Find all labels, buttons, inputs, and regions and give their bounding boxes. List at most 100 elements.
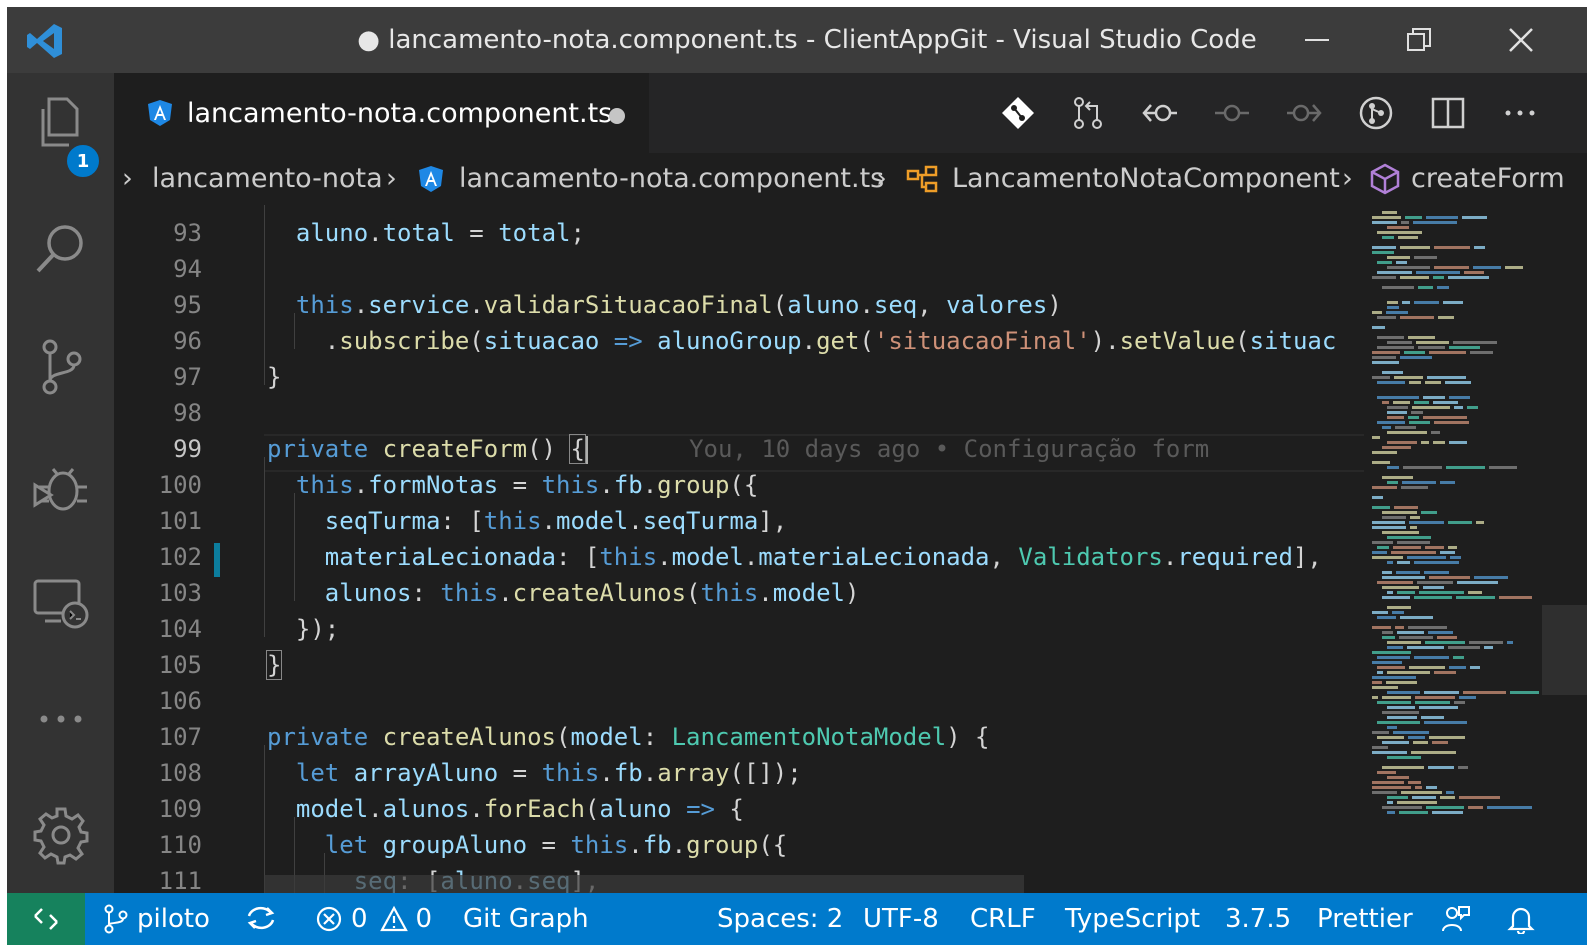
remote-explorer-icon — [33, 579, 88, 629]
minimap-slider[interactable] — [1542, 605, 1587, 695]
minimap-code-stroke — [1386, 311, 1408, 314]
unsaved-dot-icon[interactable] — [609, 108, 625, 124]
line-number: 106 — [158, 687, 202, 715]
breadcrumb-file[interactable]: lancamento-nota.component.ts — [459, 163, 884, 194]
notifications-button[interactable] — [1507, 904, 1543, 934]
breadcrumb-separator-icon: › — [386, 163, 397, 194]
minimap-code-stroke — [1382, 426, 1391, 429]
compare-changes-button[interactable] — [1068, 93, 1108, 133]
previous-revision-button[interactable] — [1140, 93, 1180, 133]
indentation-button[interactable]: Spaces: 2 — [717, 904, 843, 934]
minimap-code-stroke — [1413, 221, 1457, 224]
minimap-code-stroke — [1387, 256, 1410, 259]
horizontal-scrollbar[interactable] — [264, 875, 1024, 893]
minimap-code-stroke — [1382, 531, 1419, 534]
feedback-button[interactable] — [1441, 904, 1479, 934]
minimap-code-stroke — [1377, 316, 1396, 319]
more-actions-button[interactable] — [1500, 93, 1540, 133]
minimap-code-stroke — [1408, 781, 1421, 784]
tab-label: lancamento-nota.component.ts — [187, 98, 613, 129]
minimap-code-stroke — [1387, 416, 1404, 419]
minimap-code-stroke — [1438, 316, 1454, 319]
method-symbol-icon — [1370, 163, 1400, 195]
minimap-code-stroke — [1459, 696, 1476, 699]
sync-icon — [247, 906, 275, 930]
activity-search[interactable] — [7, 209, 114, 289]
activity-more[interactable] — [7, 679, 114, 759]
problems-item[interactable]: 0 0 — [315, 904, 432, 934]
git-lens-toolbar-button[interactable] — [998, 93, 1038, 133]
minimap-code-stroke — [1409, 521, 1444, 524]
minimap-code-stroke — [1377, 701, 1411, 704]
breadcrumb-method[interactable]: createForm — [1411, 163, 1565, 194]
breadcrumb-folder[interactable]: lancamento-nota — [152, 163, 383, 194]
minimap-code-stroke — [1448, 276, 1489, 279]
minimap-code-stroke — [1408, 626, 1447, 629]
prettier-button[interactable]: Prettier — [1317, 904, 1413, 934]
minimap-code-stroke — [1382, 401, 1389, 404]
breadcrumb-class[interactable]: LancamentoNotaComponent — [952, 163, 1340, 194]
minimap-code-stroke — [1432, 741, 1448, 744]
minimap-code-stroke — [1395, 426, 1416, 429]
git-modified-gutter-marker[interactable] — [214, 543, 220, 577]
activity-remote-explorer[interactable] — [7, 563, 114, 643]
minimap-code-stroke — [1387, 776, 1409, 779]
minimap-code-stroke — [1445, 381, 1471, 384]
tab-lancamento-nota-component[interactable]: lancamento-nota.component.ts — [114, 73, 649, 153]
minimap-code-stroke — [1426, 806, 1464, 809]
minimap-code-stroke — [1427, 376, 1466, 379]
git-branch-icon — [104, 904, 128, 934]
language-mode-button[interactable]: TypeScript — [1065, 904, 1200, 934]
minimap-code-stroke — [1433, 276, 1444, 279]
typescript-version-button[interactable]: 3.7.5 — [1225, 904, 1291, 934]
minimap-code-stroke — [1409, 381, 1421, 384]
activity-source-control[interactable] — [7, 327, 114, 407]
code-line: this.formNotas = this.fb.group({ — [295, 471, 759, 499]
restore-button[interactable] — [1389, 17, 1449, 63]
minimap-code-stroke — [1377, 346, 1414, 349]
explorer-badge: 1 — [65, 143, 101, 179]
minimap-code-stroke — [1400, 316, 1434, 319]
activity-debug[interactable] — [7, 447, 114, 527]
eol-button[interactable]: CRLF — [970, 904, 1036, 934]
line-number: 110 — [158, 831, 202, 859]
line-number: 102 — [158, 543, 202, 571]
minimize-button[interactable] — [1287, 17, 1347, 63]
minimap-code-stroke — [1382, 476, 1413, 479]
code-line: }); — [295, 615, 340, 643]
minimap-code-stroke — [1432, 811, 1463, 814]
next-revision-button[interactable] — [1284, 93, 1324, 133]
git-branch-item[interactable]: piloto — [103, 904, 210, 934]
encoding-button[interactable]: UTF-8 — [863, 904, 939, 934]
split-editor-button[interactable] — [1428, 93, 1468, 133]
code-editor[interactable]: 93 94 95 96 97 98 99 100 101 102 103 104… — [114, 205, 1364, 893]
minimap-code-stroke — [1414, 561, 1459, 564]
activity-explorer[interactable]: 1 — [7, 83, 114, 179]
minimap-code-stroke — [1372, 221, 1397, 224]
minimap-code-stroke — [1487, 806, 1532, 809]
git-history-button[interactable] — [1356, 93, 1396, 133]
minimap-code-stroke — [1387, 706, 1415, 709]
activity-settings[interactable] — [7, 795, 114, 875]
minimap-code-stroke — [1453, 656, 1464, 659]
minimap-code-stroke — [1448, 521, 1472, 524]
minimap-code-stroke — [1372, 351, 1400, 354]
minimap-code-stroke — [1372, 791, 1397, 794]
close-button[interactable] — [1491, 17, 1551, 63]
minimap-code-stroke — [1457, 581, 1498, 584]
remote-indicator-button[interactable] — [7, 893, 85, 945]
minimap-code-stroke — [1382, 696, 1411, 699]
minimap-code-stroke — [1382, 211, 1397, 214]
minimap-code-stroke — [1372, 751, 1407, 754]
more-actions-icon — [1505, 110, 1535, 116]
minimap-code-stroke — [1372, 676, 1416, 679]
git-graph-button[interactable]: Git Graph — [463, 904, 589, 934]
activity-bar: 1 — [7, 73, 114, 893]
minimap-code-stroke — [1377, 336, 1404, 339]
minimap-code-stroke — [1372, 651, 1411, 654]
sync-button[interactable] — [245, 904, 285, 932]
current-revision-button[interactable] — [1212, 93, 1252, 133]
minimap-code-stroke — [1394, 376, 1423, 379]
minimap-code-stroke — [1397, 591, 1415, 594]
minimap[interactable] — [1364, 205, 1587, 893]
